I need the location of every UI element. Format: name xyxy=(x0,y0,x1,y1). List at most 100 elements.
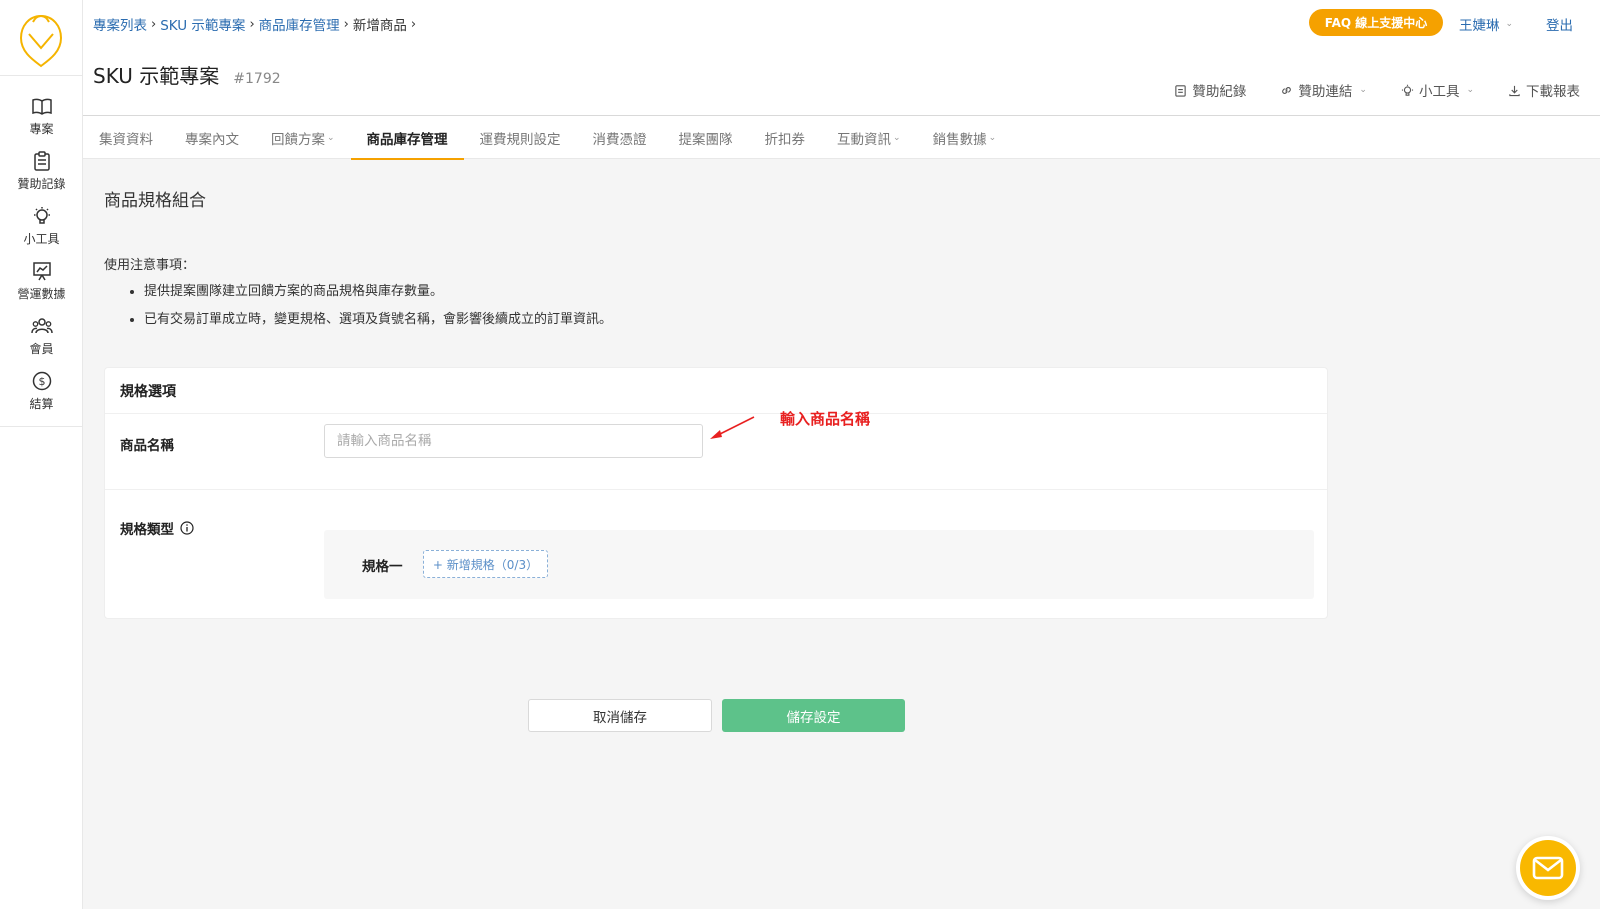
notice-item: 已有交易訂單成立時，變更規格、選項及貨號名稱，會影響後續成立的訂單資訊。 xyxy=(144,308,612,327)
spec-type-label-text: 規格類型 xyxy=(120,522,174,538)
sidebar-item-label: 專案 xyxy=(29,121,54,136)
clipboard-icon xyxy=(1175,84,1187,97)
tab-label: 運費規則設定 xyxy=(479,131,561,148)
tab-inventory-management[interactable]: 商品庫存管理 xyxy=(350,116,464,160)
spec-type-label: 規格類型 xyxy=(120,518,194,538)
tab-funding-info[interactable]: 集資資料 xyxy=(83,116,169,159)
sidebar-item-members[interactable]: 會員 xyxy=(0,308,83,363)
tab-label: 商品庫存管理 xyxy=(366,131,448,148)
sponsor-records-label: 贊助紀錄 xyxy=(1192,84,1247,100)
sidebar-item-tools[interactable]: 小工具 xyxy=(0,198,83,253)
spec-one-label: 規格一 xyxy=(362,559,403,575)
sidebar: 專案 贊助記錄 小工具 營運數據 會員 $ 結算 xyxy=(0,0,83,909)
breadcrumb-separator-icon: › xyxy=(151,16,157,32)
sponsor-links-button[interactable]: 贊助連結 ⌄ xyxy=(1280,80,1367,100)
tab-bar: 集資資料 專案內文 回饋方案 ⌄ 商品庫存管理 運費規則設定 消費憑證 提案團隊 … xyxy=(83,116,1600,160)
product-name-input[interactable] xyxy=(324,424,703,458)
svg-text:$: $ xyxy=(38,375,45,388)
product-name-label-text: 商品名稱 xyxy=(120,438,174,454)
sidebar-item-sponsor-records[interactable]: 贊助記錄 xyxy=(0,143,83,198)
sidebar-item-label: 結算 xyxy=(29,396,54,411)
tab-label: 專案內文 xyxy=(185,131,239,148)
logout-link[interactable]: 登出 xyxy=(1546,14,1573,34)
tab-shipping-rules[interactable]: 運費規則設定 xyxy=(464,116,577,159)
breadcrumb-separator-icon: › xyxy=(410,16,417,32)
sidebar-item-project[interactable]: 專案 xyxy=(0,88,83,143)
tab-receipts[interactable]: 消費憑證 xyxy=(577,116,663,159)
spec-options-card: 規格選項 商品名稱 規格類型 規格一 + 新增規格（0/3） xyxy=(104,367,1328,619)
members-icon xyxy=(30,317,53,333)
sidebar-item-settlement[interactable]: $ 結算 xyxy=(0,363,83,418)
tools-label: 小工具 xyxy=(1418,84,1460,100)
breadcrumb-project-list[interactable]: 專案列表 xyxy=(93,14,147,34)
sponsor-records-button[interactable]: 贊助紀錄 xyxy=(1174,80,1246,100)
sidebar-item-label: 會員 xyxy=(29,341,54,356)
sidebar-item-label: 營運數據 xyxy=(17,286,66,301)
download-icon xyxy=(1509,85,1520,96)
card-title: 規格選項 xyxy=(105,368,1327,414)
tab-label: 回饋方案 xyxy=(271,131,325,148)
breadcrumb-separator-icon: › xyxy=(343,16,349,32)
sidebar-nav: 專案 贊助記錄 小工具 營運數據 會員 $ 結算 xyxy=(0,76,83,427)
tab-interactions[interactable]: 互動資訊 ⌄ xyxy=(821,116,917,159)
notice-list: 提供提案團隊建立回饋方案的商品規格與庫存數量。 已有交易訂單成立時，變更規格、選… xyxy=(128,280,612,336)
lightbulb-icon xyxy=(33,206,50,224)
sponsor-links-label: 贊助連結 xyxy=(1298,84,1353,100)
download-report-button[interactable]: 下載報表 xyxy=(1508,80,1580,100)
info-icon[interactable] xyxy=(180,521,194,535)
notice-title: 使用注意事項： xyxy=(104,258,196,273)
link-icon xyxy=(1282,86,1292,94)
sidebar-item-operations-data[interactable]: 營運數據 xyxy=(0,253,83,308)
tab-sales-data[interactable]: 銷售數據 ⌄ xyxy=(917,116,1013,159)
breadcrumb: 專案列表 › SKU 示範專案 › 商品庫存管理 › 新增商品 › xyxy=(93,14,420,35)
tab-coupons[interactable]: 折扣券 xyxy=(749,116,822,159)
breadcrumb-current: 新增商品 xyxy=(352,18,407,34)
tab-label: 消費憑證 xyxy=(592,131,647,148)
brand-logo-icon xyxy=(19,14,63,67)
save-button[interactable]: 儲存設定 xyxy=(722,699,905,732)
clipboard-icon xyxy=(33,150,50,171)
tab-label: 銷售數據 xyxy=(932,131,987,148)
sidebar-item-label: 贊助記錄 xyxy=(17,176,66,191)
project-title: SKU 示範專案 xyxy=(93,64,220,88)
tab-label: 提案團隊 xyxy=(678,131,733,148)
sidebar-item-label: 小工具 xyxy=(23,231,60,246)
chart-board-icon xyxy=(32,261,51,280)
spec-box: 規格一 + 新增規格（0/3） xyxy=(324,530,1314,599)
tab-rewards[interactable]: 回饋方案 ⌄ xyxy=(255,116,351,159)
product-name-label: 商品名稱 xyxy=(120,434,174,454)
tab-project-content[interactable]: 專案內文 xyxy=(169,116,255,159)
annotation-text: 輸入商品名稱 xyxy=(780,410,871,428)
lightbulb-icon xyxy=(1401,84,1414,96)
mail-icon xyxy=(1532,856,1564,880)
annotation-arrow-icon xyxy=(710,416,755,439)
divider xyxy=(105,489,1327,490)
logo[interactable] xyxy=(0,0,82,76)
user-name: 王婕琳 xyxy=(1459,18,1500,34)
breadcrumb-sku-project[interactable]: SKU 示範專案 xyxy=(160,14,245,34)
header: 專案列表 › SKU 示範專案 › 商品庫存管理 › 新增商品 › FAQ 線上… xyxy=(83,0,1600,116)
tools-button[interactable]: 小工具 ⌄ xyxy=(1401,80,1474,100)
faq-support-button[interactable]: FAQ 線上支援中心 xyxy=(1309,9,1443,36)
tab-label: 互動資訊 xyxy=(837,131,892,148)
tab-label: 折扣券 xyxy=(764,131,806,148)
section-title: 商品規格組合 xyxy=(104,191,206,211)
chevron-down-icon: ⌄ xyxy=(988,132,997,143)
page-title: SKU 示範專案 #1792 xyxy=(93,60,281,89)
chat-button-inner xyxy=(1520,840,1576,896)
chat-button[interactable] xyxy=(1516,836,1580,900)
chevron-down-icon: ⌄ xyxy=(327,132,335,143)
download-report-label: 下載報表 xyxy=(1526,84,1580,100)
chevron-down-icon: ⌄ xyxy=(1359,85,1367,95)
add-spec-button[interactable]: + 新增規格（0/3） xyxy=(423,550,548,578)
book-icon xyxy=(31,98,52,115)
chevron-down-icon: ⌄ xyxy=(1505,19,1514,29)
chevron-down-icon: ⌄ xyxy=(1466,85,1474,95)
breadcrumb-inventory[interactable]: 商品庫存管理 xyxy=(259,14,340,34)
tab-team[interactable]: 提案團隊 xyxy=(663,116,749,159)
breadcrumb-separator-icon: › xyxy=(249,16,255,32)
user-menu[interactable]: 王婕琳 ⌄ xyxy=(1459,14,1513,34)
cancel-button[interactable]: 取消儲存 xyxy=(528,699,712,732)
project-id: #1792 xyxy=(233,71,281,87)
header-toolbar: 贊助紀錄 贊助連結 ⌄ 小工具 ⌄ 下載報表 xyxy=(1174,80,1580,100)
